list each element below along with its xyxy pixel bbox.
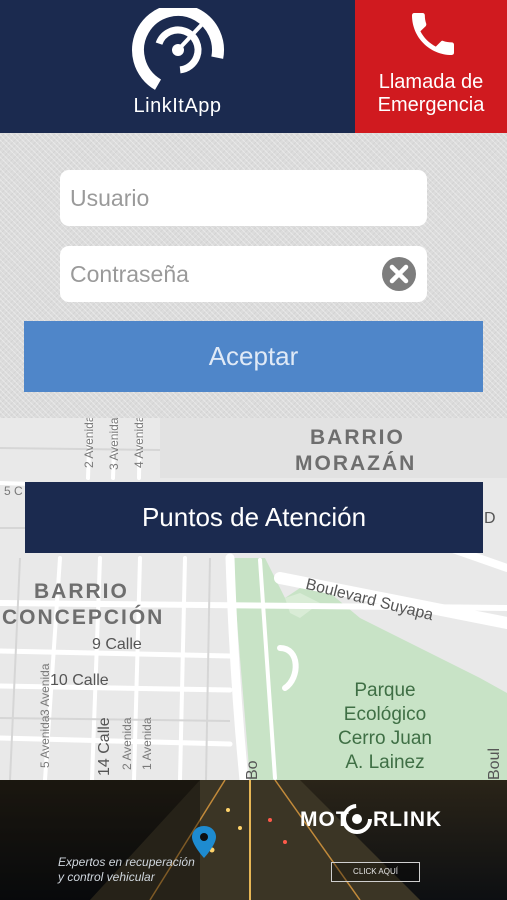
motorlink-ad-banner[interactable]: Expertos en recuperación y control vehic… bbox=[0, 780, 507, 900]
map-label-calle-14: 14 Calle bbox=[96, 717, 113, 776]
map-label-avenida-2: 2 Avenida bbox=[120, 717, 134, 771]
banner-tagline-line2: y control vehicular bbox=[58, 870, 155, 884]
motorlink-ring-icon bbox=[342, 804, 372, 834]
brand-block: LinkItApp bbox=[0, 0, 355, 133]
map-label-avenida-top-1: 2 Avenida bbox=[82, 418, 96, 468]
map-label-edge-bottom-right: Boul bbox=[486, 747, 503, 780]
app-name: LinkItApp bbox=[133, 95, 222, 117]
map-label-edge-right: D bbox=[484, 510, 496, 527]
phone-icon bbox=[412, 13, 454, 55]
login-panel: Aceptar bbox=[0, 133, 507, 418]
map-label-avenida-top-2: 3 Avenida bbox=[107, 418, 121, 470]
map-view[interactable]: BARRIO MORAZÁN 5 C D 2 Avenida 3 Avenida… bbox=[0, 418, 507, 780]
map-label-barrio-concepcion-2: CONCEPCIÓN bbox=[2, 606, 165, 629]
map-label-barrio-concepcion-1: BARRIO bbox=[34, 580, 129, 603]
map-label-avenida-3: 3 Avenida bbox=[38, 663, 52, 717]
emergency-label-line2: Emergencia bbox=[377, 94, 485, 116]
emergency-label-line1: Llamada de bbox=[378, 71, 484, 93]
banner-tagline-line1: Expertos en recuperación bbox=[58, 855, 195, 869]
clear-x-icon[interactable] bbox=[381, 256, 417, 292]
password-input[interactable] bbox=[60, 246, 427, 302]
username-field bbox=[60, 170, 427, 226]
map-label-park-2: Ecológico bbox=[343, 704, 427, 725]
banner-cta-button[interactable]: CLICK AQUÍ bbox=[331, 862, 420, 882]
password-field bbox=[60, 246, 427, 302]
map-label-park-1: Parque bbox=[354, 680, 416, 701]
accept-button[interactable]: Aceptar bbox=[24, 321, 483, 392]
link-radar-logo-icon bbox=[132, 8, 224, 96]
map-label-avenida-5: 5 Avenida bbox=[38, 715, 52, 769]
points-of-attention-button[interactable]: Puntos de Atención bbox=[25, 482, 483, 553]
map-label-edge-left: 5 C bbox=[4, 484, 23, 498]
map-label-barrio-morazan-1: BARRIO bbox=[310, 426, 405, 449]
map-label-calle-9: 9 Calle bbox=[92, 636, 142, 653]
app-header: LinkItApp Llamada de Emergencia bbox=[0, 0, 507, 133]
banner-brand-part2: RLINK bbox=[373, 808, 443, 831]
map-label-avenida-top-3: 4 Avenida bbox=[132, 418, 146, 468]
map-label-park-3: Cerro Juan bbox=[338, 728, 432, 749]
map-label-barrio-morazan-2: MORAZÁN bbox=[295, 452, 417, 475]
map-label-calle-10: 10 Calle bbox=[50, 672, 109, 689]
map-label-park-4: A. Lainez bbox=[345, 752, 425, 773]
map-label-edge-bottom-left: Bo bbox=[244, 760, 261, 780]
username-input[interactable] bbox=[60, 170, 427, 226]
map-label-avenida-1: 1 Avenida bbox=[140, 717, 154, 771]
